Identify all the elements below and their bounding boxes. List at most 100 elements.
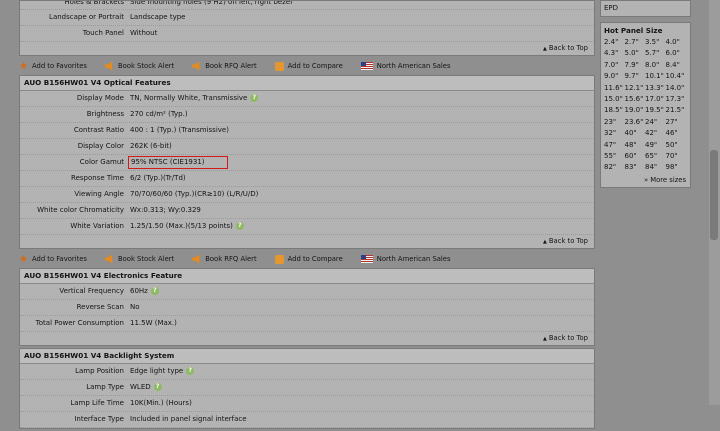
spec-value: Wx:0.313; Wy:0.329: [130, 206, 201, 214]
panel-size-link[interactable]: 23": [604, 117, 625, 127]
panel-size-link[interactable]: 2.7": [625, 37, 646, 47]
spec-row: Total Power Consumption 11.5W (Max.): [20, 316, 594, 332]
panel-size-link[interactable]: 55": [604, 151, 625, 161]
sidebar-item-label: EPD: [604, 4, 619, 12]
panel-size-link[interactable]: 60": [625, 151, 646, 161]
panel-size-link[interactable]: 7.9": [625, 60, 646, 70]
spec-label: Total Power Consumption: [35, 319, 124, 327]
panel-size-link[interactable]: 27": [666, 117, 687, 127]
add-to-compare-button[interactable]: Add to Compare: [274, 58, 343, 74]
panel-size-link[interactable]: 98": [666, 162, 687, 172]
north-american-sales-link[interactable]: North American Sales: [360, 251, 451, 267]
panel-size-link[interactable]: 4.0": [666, 37, 687, 47]
book-rfq-alert-button[interactable]: Book RFQ Alert: [192, 251, 257, 267]
panel-size-link[interactable]: 46": [666, 128, 687, 138]
panel-size-link[interactable]: 42": [645, 128, 666, 138]
panel-size-link[interactable]: 14.0": [666, 83, 687, 93]
panel-size-link[interactable]: 12.1": [625, 83, 646, 93]
panel-size-link[interactable]: 65": [645, 151, 666, 161]
panel-size-link[interactable]: 15.0": [604, 94, 625, 104]
panel-size-link[interactable]: 19.5": [645, 105, 666, 115]
spec-value: 262K (6-bit): [130, 142, 172, 150]
panel-size-link[interactable]: 5.0": [625, 48, 646, 58]
panel-size-link[interactable]: 47": [604, 140, 625, 150]
action-label: Add to Favorites: [31, 62, 87, 70]
panel-size-link[interactable]: 5.7": [645, 48, 666, 58]
panel-size-link[interactable]: 18.5": [604, 105, 625, 115]
help-icon[interactable]: ?: [153, 383, 162, 391]
panel-size-link[interactable]: 21.5": [666, 105, 687, 115]
panel-size-link[interactable]: 8.0": [645, 60, 666, 70]
action-label: Book Stock Alert: [117, 62, 175, 70]
panel-size-link[interactable]: 2.4": [604, 37, 625, 47]
spec-row: Interface Type Included in panel signal i…: [20, 412, 594, 428]
back-to-top-label: Back to Top: [548, 44, 588, 52]
help-icon[interactable]: ?: [186, 367, 195, 375]
sidebar-item-epd[interactable]: EPD: [600, 0, 691, 17]
page-scrollbar[interactable]: [709, 0, 720, 405]
panel-size-link[interactable]: 6.0": [666, 48, 687, 58]
panel-size-link[interactable]: 82": [604, 162, 625, 172]
panel-size-link[interactable]: 13.3": [645, 83, 666, 93]
spec-row: Lamp Life Time 10K(Min.) (Hours): [20, 396, 594, 412]
spec-label: Holes & Brackets: [64, 1, 124, 6]
scrollbar-thumb[interactable]: [710, 150, 718, 240]
panel-size-link[interactable]: 3.5": [645, 37, 666, 47]
spec-value: No: [130, 303, 140, 311]
book-rfq-alert-button[interactable]: Book RFQ Alert: [192, 58, 257, 74]
spec-label: Color Gamut: [79, 158, 124, 166]
panel-size-link[interactable]: 17.0": [645, 94, 666, 104]
add-to-favorites-button[interactable]: ★ Add to Favorites: [19, 58, 87, 74]
panel-size-link[interactable]: 19.0": [625, 105, 646, 115]
help-icon[interactable]: ?: [250, 94, 259, 102]
panel-size-link[interactable]: 7.0": [604, 60, 625, 70]
back-to-top-link[interactable]: ▲ Back to Top: [20, 235, 594, 248]
panel-size-link[interactable]: 83": [625, 162, 646, 172]
north-american-sales-link[interactable]: North American Sales: [360, 58, 451, 74]
panel-size-link[interactable]: 23.6": [625, 117, 646, 127]
speaker-icon: [192, 61, 200, 71]
main-content: Holes & Brackets Side mounting holes (9 …: [19, 0, 595, 431]
book-stock-alert-button[interactable]: Book Stock Alert: [104, 58, 175, 74]
spec-value: 10K(Min.) (Hours): [130, 399, 192, 407]
panel-size-link[interactable]: 48": [625, 140, 646, 150]
spec-row: Vertical Frequency 60Hz?: [20, 284, 594, 300]
spec-label: Lamp Life Time: [70, 399, 124, 407]
panel-size-link[interactable]: 15.6": [625, 94, 646, 104]
panel-size-link[interactable]: 17.3": [666, 94, 687, 104]
mechanical-section-partial: Holes & Brackets Side mounting holes (9 …: [19, 0, 595, 56]
up-arrow-icon: ▲: [543, 46, 547, 52]
panel-size-link[interactable]: 4.3": [604, 48, 625, 58]
back-to-top-label: Back to Top: [548, 334, 588, 342]
panel-size-link[interactable]: 8.4": [666, 60, 687, 70]
add-to-compare-button[interactable]: Add to Compare: [274, 251, 343, 267]
spec-value: Landscape type: [130, 13, 186, 21]
spec-label: Display Color: [77, 142, 124, 150]
panel-size-link[interactable]: 24": [645, 117, 666, 127]
panel-size-link[interactable]: 40": [625, 128, 646, 138]
spec-row: Response Time 6/2 (Typ.)(Tr/Td): [20, 171, 594, 187]
panel-size-link[interactable]: 10.1": [645, 71, 666, 81]
star-icon: ★: [19, 253, 28, 265]
help-icon[interactable]: ?: [150, 287, 159, 295]
action-label: Add to Compare: [287, 255, 343, 263]
action-label: Book RFQ Alert: [205, 255, 257, 263]
spec-value-text: Edge light type: [130, 367, 184, 375]
panel-size-link[interactable]: 49": [645, 140, 666, 150]
add-to-favorites-button[interactable]: ★ Add to Favorites: [19, 251, 87, 267]
spec-label: Reverse Scan: [76, 303, 124, 311]
back-to-top-link[interactable]: ▲ Back to Top: [20, 332, 594, 345]
panel-size-link[interactable]: 11.6": [604, 83, 625, 93]
help-icon[interactable]: ?: [235, 222, 244, 230]
panel-size-link[interactable]: 84": [645, 162, 666, 172]
panel-size-link[interactable]: 9.0": [604, 71, 625, 81]
panel-size-link[interactable]: 10.4": [666, 71, 687, 81]
panel-size-link[interactable]: 32": [604, 128, 625, 138]
panel-size-link[interactable]: 9.7": [625, 71, 646, 81]
book-stock-alert-button[interactable]: Book Stock Alert: [104, 251, 174, 267]
panel-size-link[interactable]: 70": [666, 151, 687, 161]
back-to-top-link[interactable]: ▲ Back to Top: [20, 42, 594, 55]
spec-label: Interface Type: [74, 415, 124, 423]
panel-size-link[interactable]: 50": [666, 140, 687, 150]
more-sizes-link[interactable]: » More sizes: [601, 172, 690, 187]
